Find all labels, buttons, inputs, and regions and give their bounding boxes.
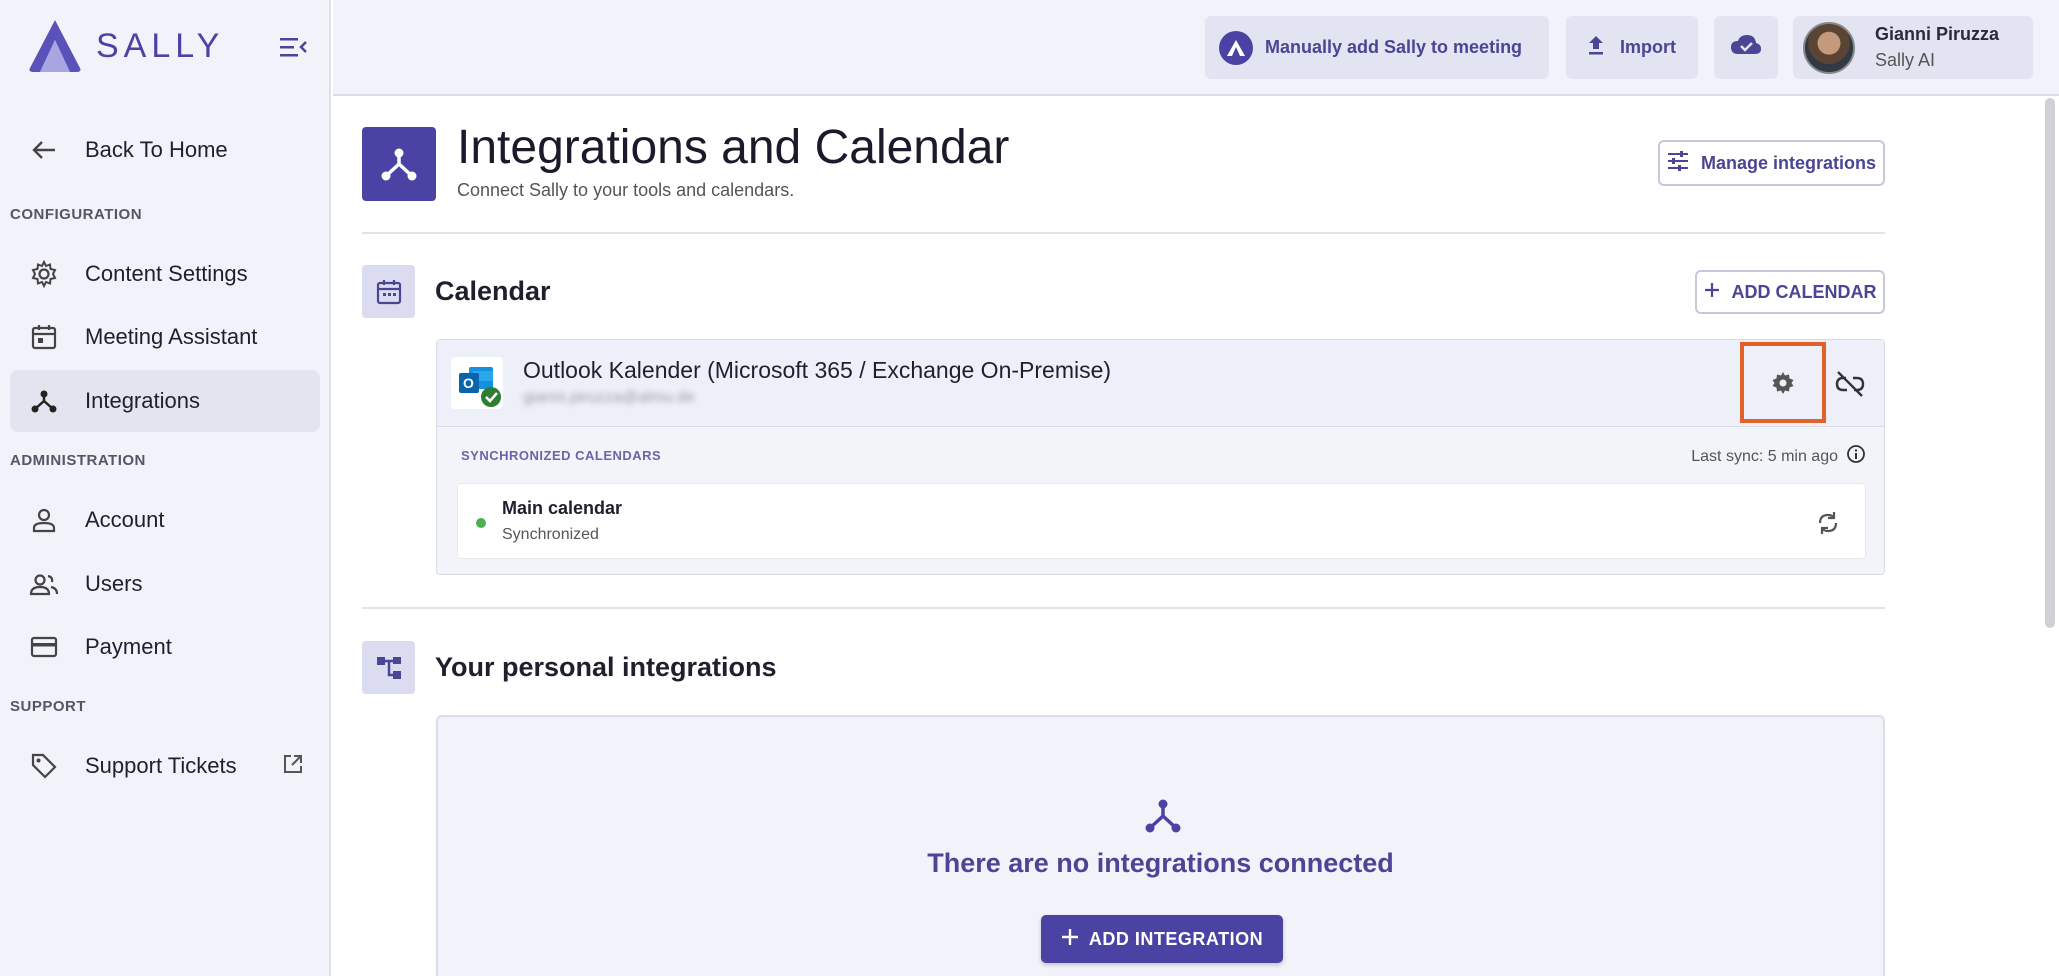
gear-icon — [28, 258, 60, 290]
user-org: Sally AI — [1875, 50, 1936, 70]
import-button[interactable]: Import — [1566, 16, 1698, 79]
last-sync-info: Last sync: 5 min ago — [1691, 444, 1866, 469]
calendar-section-title: Calendar — [435, 276, 551, 306]
calendar-provider-name: Outlook Kalender (Microsoft 365 / Exchan… — [523, 357, 1112, 383]
menu-collapse-icon — [280, 38, 307, 57]
synchronized-calendars-label: SYNCHRONIZED CALENDARS — [461, 448, 662, 463]
page-integrations-icon — [362, 127, 436, 201]
sidebar-item-label: Support Tickets — [85, 753, 237, 778]
sidebar-item-label: Meeting Assistant — [85, 324, 258, 349]
sidebar-item-integrations[interactable]: Integrations — [10, 370, 320, 432]
gear-icon — [1772, 371, 1794, 394]
page-scrollbar[interactable] — [2045, 98, 2055, 628]
person-icon — [28, 504, 60, 536]
integrations-icon — [1144, 797, 1182, 840]
cloud-done-icon — [1730, 34, 1762, 61]
calendar-icon — [28, 321, 60, 353]
tag-icon — [28, 750, 60, 782]
personal-integrations-title: Your personal integrations — [435, 652, 777, 682]
sally-logo-icon — [29, 20, 81, 72]
no-integrations-message: There are no integrations connected — [927, 848, 1394, 878]
sidebar-item-meeting-assistant[interactable]: Meeting Assistant — [10, 306, 320, 368]
sally-logo[interactable]: SALLY — [26, 18, 224, 74]
sidebar-item-label: Integrations — [85, 388, 200, 413]
tune-icon — [1667, 150, 1689, 176]
section-support: SUPPORT — [10, 698, 87, 715]
calendar-connection-header: O Outlook Kalender (Microsoft 365 / Exch… — [437, 340, 1884, 427]
sally-badge-icon — [1219, 30, 1253, 65]
plus-icon — [1061, 928, 1079, 951]
header-divider — [362, 232, 1885, 234]
info-icon[interactable] — [1846, 444, 1866, 469]
sync-status-dot — [476, 518, 486, 528]
logo-text: SALLY — [96, 26, 225, 65]
manually-add-sally-button[interactable]: Manually add Sally to meeting — [1205, 16, 1549, 79]
page-title: Integrations and Calendar — [457, 121, 1010, 174]
sidebar: SALLY Back To Home CONFIGURATION Content… — [0, 0, 331, 976]
sidebar-item-label: Account — [85, 507, 165, 532]
sidebar-item-label: Content Settings — [85, 261, 248, 286]
sidebar-item-content-settings[interactable]: Content Settings — [10, 243, 320, 305]
calendar-section-icon — [362, 265, 415, 318]
sidebar-item-users[interactable]: Users — [10, 553, 320, 615]
manage-integrations-button[interactable]: Manage integrations — [1658, 140, 1885, 186]
calendar-account-email: gianni.piruzza@almu.de — [523, 389, 695, 406]
back-to-home-label: Back To Home — [85, 137, 228, 162]
people-icon — [28, 568, 60, 600]
outlook-icon: O — [451, 357, 503, 409]
import-label: Import — [1620, 37, 1676, 57]
integrations-icon — [28, 385, 60, 417]
synced-calendar-status: Synchronized — [502, 526, 599, 543]
add-integration-button[interactable]: ADD INTEGRATION — [1041, 915, 1283, 963]
manage-integrations-label: Manage integrations — [1700, 152, 1877, 173]
add-integration-label: ADD INTEGRATION — [1088, 928, 1264, 949]
sidebar-item-payment[interactable]: Payment — [10, 616, 320, 678]
user-name: Gianni Piruzza — [1875, 24, 2000, 44]
link-off-icon — [1835, 371, 1865, 397]
avatar — [1803, 21, 1855, 74]
user-menu[interactable]: Gianni Piruzza Sally AI — [1793, 16, 2033, 79]
sidebar-item-support-tickets[interactable]: Support Tickets — [10, 735, 320, 797]
add-calendar-button[interactable]: ADD CALENDAR — [1695, 270, 1885, 314]
personal-integrations-section-icon — [362, 641, 415, 694]
cloud-sync-button[interactable] — [1714, 16, 1778, 79]
calendar-divider — [362, 607, 1885, 609]
arrow-left-icon — [28, 134, 60, 166]
credit-card-icon — [28, 631, 60, 663]
personal-integrations-empty-state: There are no integrations connected ADD … — [436, 715, 1885, 976]
calendar-settings-button[interactable] — [1740, 342, 1826, 423]
calendar-connection-card: O Outlook Kalender (Microsoft 365 / Exch… — [436, 339, 1885, 575]
sync-icon — [1818, 512, 1838, 534]
back-to-home-link[interactable]: Back To Home — [10, 119, 320, 181]
collapse-sidebar-button[interactable] — [278, 34, 308, 60]
plus-icon — [1704, 282, 1720, 303]
disconnect-calendar-button[interactable] — [1834, 368, 1866, 400]
resync-calendar-button[interactable] — [1813, 508, 1843, 538]
sidebar-item-label: Payment — [85, 634, 172, 659]
section-configuration: CONFIGURATION — [10, 206, 143, 223]
sidebar-item-account[interactable]: Account — [10, 489, 320, 551]
synced-calendar-row: Main calendar Synchronized — [457, 483, 1866, 559]
last-sync-text: Last sync: 5 min ago — [1691, 447, 1838, 465]
page-subtitle: Connect Sally to your tools and calendar… — [457, 180, 795, 200]
sidebar-item-label: Users — [85, 571, 143, 596]
section-administration: ADMINISTRATION — [10, 452, 146, 469]
upload-icon — [1586, 34, 1606, 61]
synced-calendar-title: Main calendar — [502, 498, 623, 518]
svg-text:O: O — [463, 375, 474, 391]
add-calendar-label: ADD CALENDAR — [1731, 281, 1877, 302]
manually-add-label: Manually add Sally to meeting — [1265, 37, 1523, 57]
external-link-icon — [282, 753, 304, 780]
